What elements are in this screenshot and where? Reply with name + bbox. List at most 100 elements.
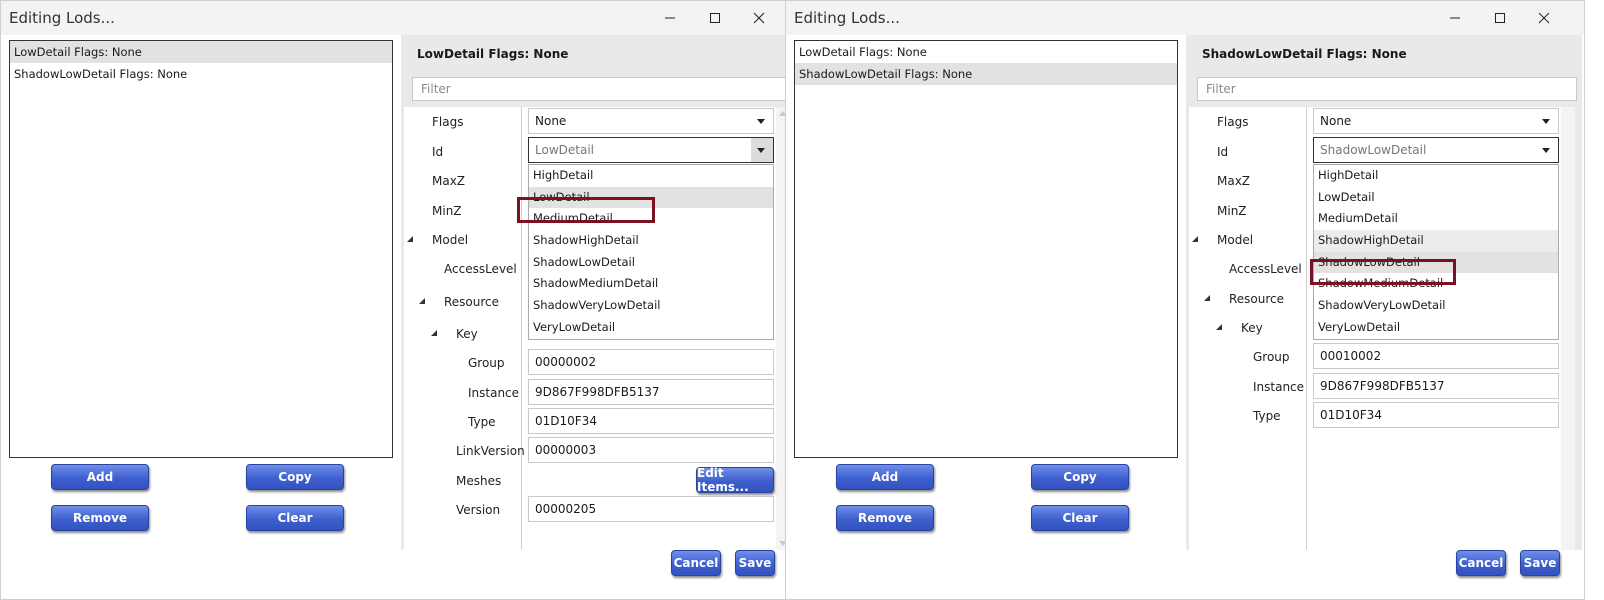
flags-value: None xyxy=(1320,114,1352,128)
title-bar: Editing Lods... xyxy=(1,1,799,35)
expand-triangle-icon[interactable] xyxy=(431,330,437,336)
maxz-label: MaxZ xyxy=(432,174,466,188)
filter-input[interactable]: Filter xyxy=(1197,77,1577,101)
dropdown-option[interactable]: HighDetail xyxy=(529,165,773,187)
window-title: Editing Lods... xyxy=(794,9,900,27)
dropdown-option[interactable]: ShadowHighDetail xyxy=(1314,230,1558,252)
flags-label: Flags xyxy=(432,115,464,129)
expand-triangle-icon[interactable] xyxy=(1192,236,1198,242)
group-label: Group xyxy=(468,356,505,370)
dropdown-option[interactable]: ShadowHighDetail xyxy=(529,230,773,252)
dropdown-option[interactable]: ShadowVeryLowDetail xyxy=(529,295,773,317)
minimize-icon[interactable] xyxy=(1443,6,1467,30)
dropdown-option[interactable]: MediumDetail xyxy=(1314,208,1558,230)
maximize-icon[interactable] xyxy=(703,6,727,30)
instance-field[interactable]: 9D867F998DFB5137 xyxy=(1313,373,1559,399)
flags-value: None xyxy=(535,114,567,128)
maximize-icon[interactable] xyxy=(1488,6,1512,30)
list-item[interactable]: ShadowLowDetail Flags: None xyxy=(795,63,1177,85)
linkversion-field[interactable]: 00000003 xyxy=(528,437,774,463)
close-icon[interactable] xyxy=(747,6,771,30)
dropdown-option[interactable]: LowDetail xyxy=(529,186,773,209)
lods-list: LowDetail Flags: None ShadowLowDetail Fl… xyxy=(9,40,393,458)
model-label: Model xyxy=(1217,233,1254,247)
type-label: Type xyxy=(468,415,496,429)
resource-label: Resource xyxy=(444,295,500,309)
instance-label: Instance xyxy=(1253,380,1305,394)
dropdown-option[interactable]: ShadowLowDetail xyxy=(1314,251,1558,274)
column-divider xyxy=(521,107,522,550)
scrollbar[interactable] xyxy=(1561,107,1575,550)
type-field[interactable]: 01D10F34 xyxy=(1313,402,1559,428)
copy-button[interactable]: Copy xyxy=(1031,464,1129,490)
id-dropdown-list: HighDetail LowDetail MediumDetail Shadow… xyxy=(528,164,774,340)
minz-label: MinZ xyxy=(1217,204,1247,218)
chevron-down-icon xyxy=(1542,119,1550,124)
flags-select[interactable]: None xyxy=(1313,108,1559,134)
group-field[interactable]: 00010002 xyxy=(1313,343,1559,369)
cancel-button[interactable]: Cancel xyxy=(1456,550,1506,576)
expand-triangle-icon[interactable] xyxy=(1216,324,1222,330)
flags-select[interactable]: None xyxy=(528,108,774,134)
expand-triangle-icon[interactable] xyxy=(419,298,425,304)
remove-button[interactable]: Remove xyxy=(51,505,149,531)
instance-field[interactable]: 9D867F998DFB5137 xyxy=(528,379,774,405)
dropdown-option[interactable]: VeryLowDetail xyxy=(1314,317,1558,339)
copy-button[interactable]: Copy xyxy=(246,464,344,490)
close-icon[interactable] xyxy=(1532,6,1556,30)
dropdown-option[interactable]: ShadowVeryLowDetail xyxy=(1314,295,1558,317)
expand-triangle-icon[interactable] xyxy=(1204,295,1210,301)
property-grid: Flags None Id LowDetail MaxZ MinZ Model … xyxy=(404,107,790,550)
remove-button[interactable]: Remove xyxy=(836,505,934,531)
property-panel: ShadowLowDetail Flags: None Filter Flags… xyxy=(1186,35,1582,550)
model-label: Model xyxy=(432,233,469,247)
add-button[interactable]: Add xyxy=(836,464,934,490)
type-field[interactable]: 01D10F34 xyxy=(528,408,774,434)
save-button[interactable]: Save xyxy=(735,550,775,576)
linkversion-label: LinkVersion xyxy=(456,444,525,458)
list-item[interactable]: ShadowLowDetail Flags: None xyxy=(10,63,392,85)
list-item[interactable]: LowDetail Flags: None xyxy=(795,41,1177,63)
id-value: LowDetail xyxy=(535,143,594,157)
filter-input[interactable]: Filter xyxy=(412,77,792,101)
chevron-down-icon xyxy=(757,119,765,124)
instance-label: Instance xyxy=(468,386,520,400)
key-label: Key xyxy=(456,327,478,341)
chevron-down-icon xyxy=(1542,148,1550,153)
dropdown-option[interactable]: HighDetail xyxy=(1314,165,1558,187)
editing-lods-dialog-1: Editing Lods... LowDetail Flags: None Sh… xyxy=(0,0,800,600)
group-label: Group xyxy=(1253,350,1290,364)
column-divider xyxy=(1306,107,1307,550)
add-button[interactable]: Add xyxy=(51,464,149,490)
minimize-icon[interactable] xyxy=(658,6,682,30)
version-field[interactable]: 00000205 xyxy=(528,496,774,522)
panel-title: LowDetail Flags: None xyxy=(417,47,569,61)
expand-triangle-icon[interactable] xyxy=(407,236,413,242)
type-label: Type xyxy=(1253,409,1281,423)
group-field[interactable]: 00000002 xyxy=(528,349,774,375)
dropdown-option[interactable]: ShadowMediumDetail xyxy=(1314,273,1558,295)
id-dropdown-list: HighDetail LowDetail MediumDetail Shadow… xyxy=(1313,164,1559,340)
save-button[interactable]: Save xyxy=(1520,550,1560,576)
list-item[interactable]: LowDetail Flags: None xyxy=(10,41,392,63)
property-panel: LowDetail Flags: None Filter Flags None … xyxy=(401,35,797,550)
edit-items-button[interactable]: Edit Items... xyxy=(696,466,774,494)
clear-button[interactable]: Clear xyxy=(246,505,344,531)
title-bar: Editing Lods... xyxy=(786,1,1584,35)
window-title: Editing Lods... xyxy=(9,9,115,27)
version-label: Version xyxy=(456,503,501,517)
dropdown-option[interactable]: MediumDetail xyxy=(529,208,773,230)
dropdown-option[interactable]: ShadowMediumDetail xyxy=(529,273,773,295)
dropdown-option[interactable]: VeryLowDetail xyxy=(529,317,773,339)
clear-button[interactable]: Clear xyxy=(1031,505,1129,531)
accesslevel-label: AccessLevel xyxy=(1229,262,1302,276)
dropdown-option[interactable]: ShadowLowDetail xyxy=(529,252,773,274)
id-select[interactable]: LowDetail xyxy=(528,137,774,163)
dropdown-option[interactable]: LowDetail xyxy=(1314,187,1558,209)
id-select[interactable]: ShadowLowDetail xyxy=(1313,137,1559,163)
id-label: Id xyxy=(1217,145,1229,159)
accesslevel-label: AccessLevel xyxy=(444,262,517,276)
resource-label: Resource xyxy=(1229,292,1285,306)
cancel-button[interactable]: Cancel xyxy=(671,550,721,576)
flags-label: Flags xyxy=(1217,115,1249,129)
